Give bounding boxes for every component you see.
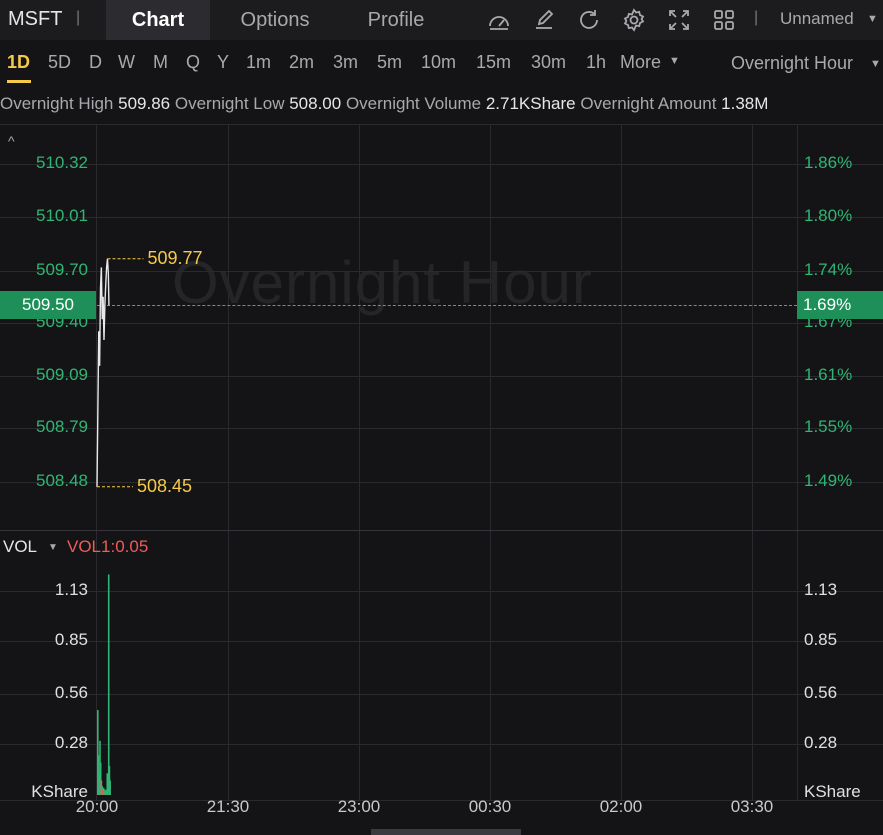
- volume-bar: [107, 574, 110, 795]
- volume-bar: [109, 780, 111, 795]
- high-price-label: 509.77: [147, 247, 203, 268]
- time-tick-label: 21:30: [206, 797, 250, 816]
- time-tick-label: 00:30: [468, 797, 512, 816]
- low-price-label: 508.45: [137, 475, 193, 496]
- time-tick-label: 20:00: [75, 797, 119, 816]
- chart-scroll-handle[interactable]: [371, 829, 521, 835]
- time-tick-label: 02:00: [599, 797, 643, 816]
- time-tick-label: 23:00: [337, 797, 381, 816]
- time-tick-label: 03:30: [730, 797, 774, 816]
- volume-bar-chart: [97, 574, 111, 795]
